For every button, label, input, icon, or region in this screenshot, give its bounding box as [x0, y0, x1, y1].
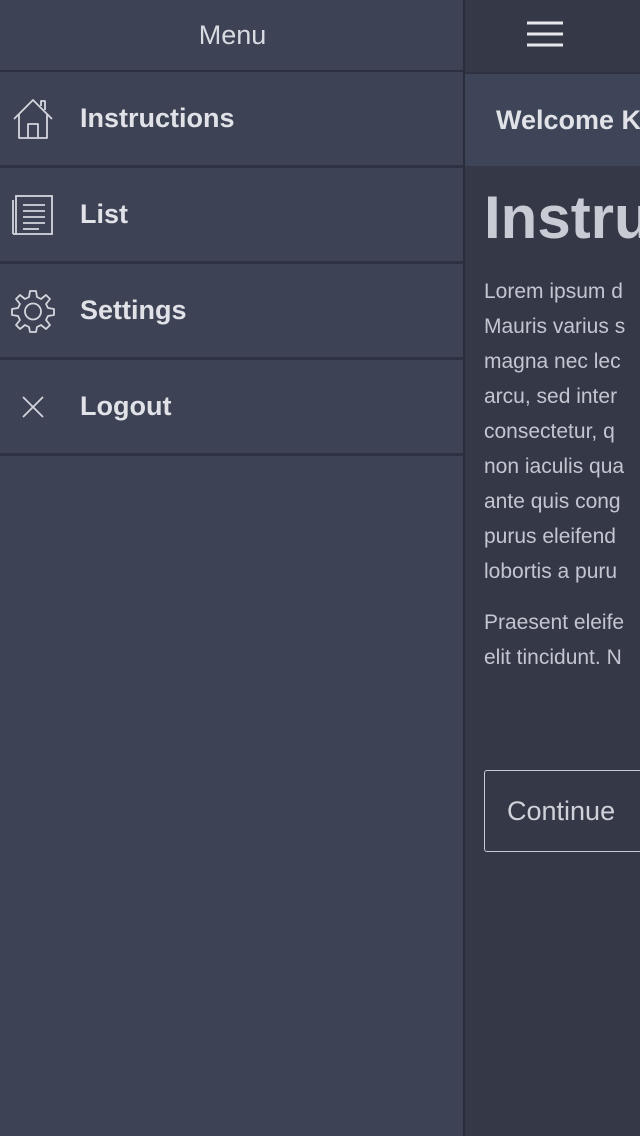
menu-item-instructions[interactable]: Instructions: [0, 72, 465, 168]
menu-item-label: Settings: [80, 295, 187, 325]
welcome-bar: Welcome K: [465, 72, 640, 166]
main-panel: Welcome K Instru Lorem ipsum d Mauris va…: [465, 0, 640, 1136]
home-icon: [0, 97, 66, 141]
menu-item-label: List: [80, 199, 129, 229]
gear-icon: [0, 289, 66, 333]
menu-item-list[interactable]: List: [0, 168, 465, 264]
continue-button[interactable]: Continue: [484, 770, 640, 852]
body-paragraph-2: Praesent eleife elit tincidunt. N: [484, 611, 625, 669]
page-title: Instru: [484, 184, 640, 251]
side-menu: Menu Instructions List Settings Logout: [0, 0, 465, 1136]
close-icon: [0, 394, 66, 420]
menu-item-logout[interactable]: Logout: [0, 360, 465, 456]
content-area: Instru Lorem ipsum d Mauris varius s mag…: [465, 166, 640, 675]
list-icon: [0, 194, 66, 236]
menu-item-settings[interactable]: Settings: [0, 264, 465, 360]
menu-item-label: Logout: [80, 391, 172, 421]
app-screen: Menu Instructions List Settings Logout W…: [0, 0, 640, 1136]
top-bar: [465, 0, 640, 72]
menu-item-label: Instructions: [80, 103, 235, 133]
menu-title: Menu: [0, 0, 465, 72]
welcome-text: Welcome K: [496, 104, 640, 135]
body-paragraph-1: Lorem ipsum d Mauris varius s magna nec …: [484, 280, 626, 583]
hamburger-menu-icon[interactable]: [527, 20, 563, 50]
